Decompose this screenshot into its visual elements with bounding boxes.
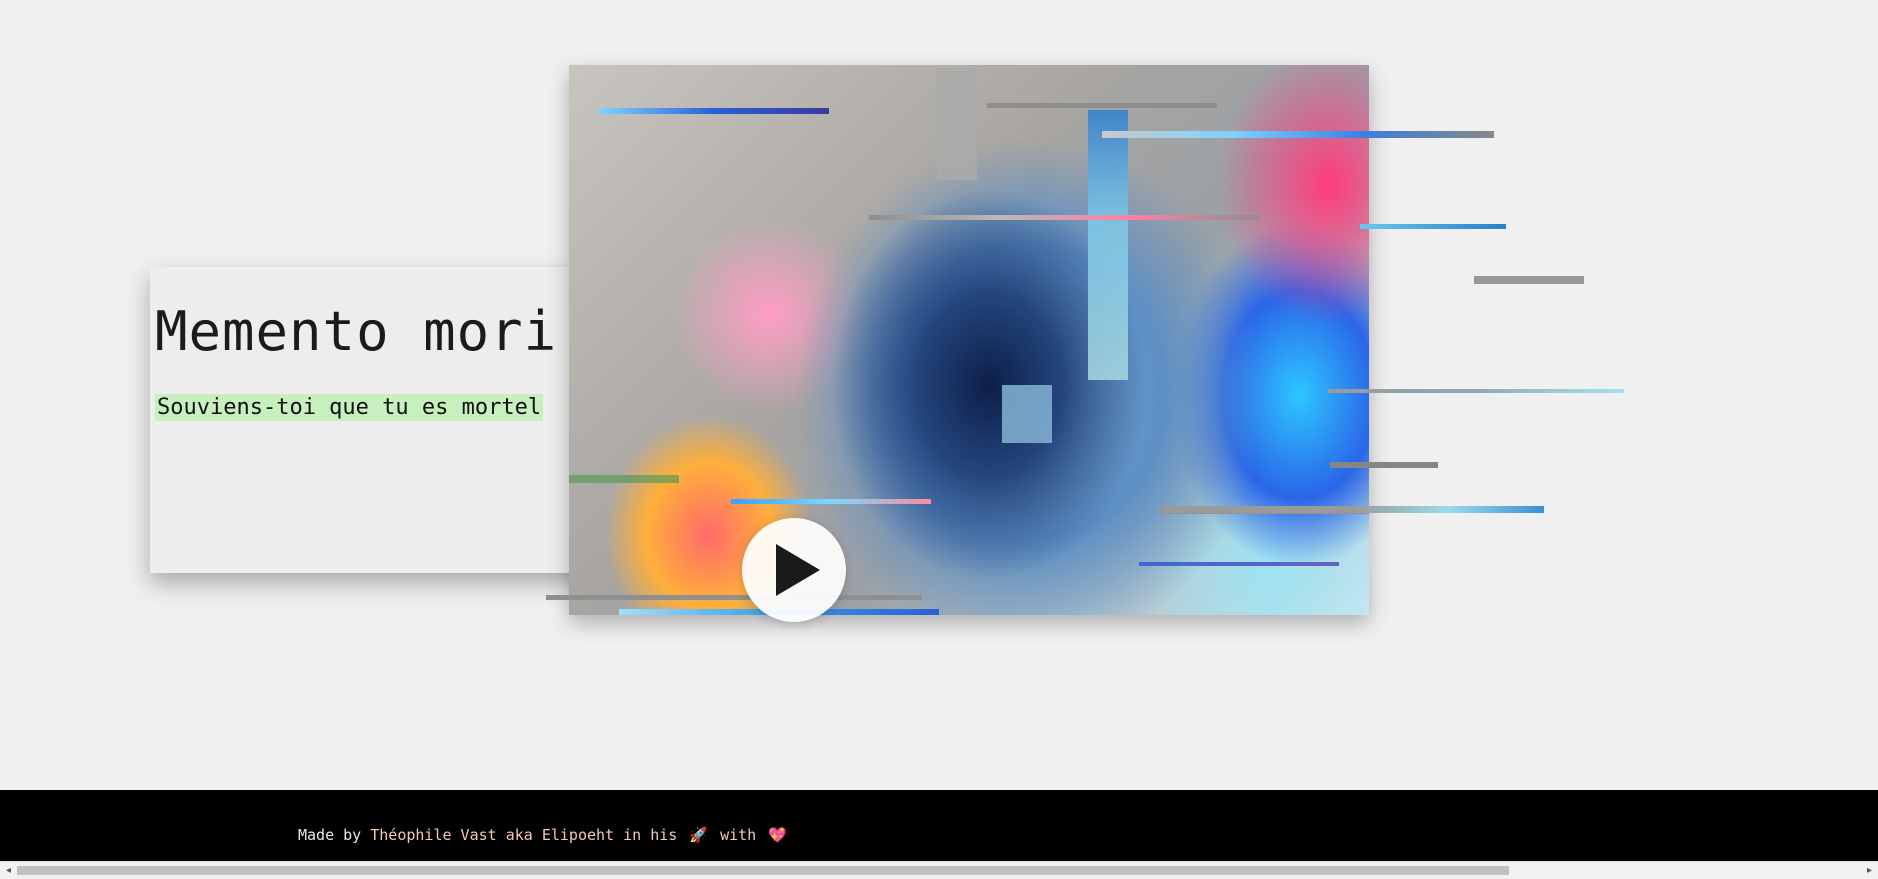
glitch-streak — [1088, 110, 1128, 380]
footer-in-his: in his — [623, 826, 678, 844]
page-title: Memento mori — [155, 300, 558, 363]
main-stage: Memento mori Souviens-toi que tu es mort… — [0, 0, 1878, 790]
footer-with: with — [720, 826, 757, 844]
glitch-streak — [599, 108, 829, 114]
glitch-streak — [987, 103, 1217, 108]
glitch-streak — [1002, 385, 1052, 443]
lion-artwork — [569, 65, 1369, 615]
glitch-streak — [937, 68, 977, 180]
author-link[interactable]: Théophile Vast aka Elipoeht — [370, 826, 614, 844]
glitch-streak — [1474, 276, 1584, 284]
glitch-streak — [869, 215, 1259, 220]
horizontal-scrollbar[interactable]: ◂ ▸ — [0, 861, 1878, 879]
glitch-streak — [1139, 562, 1339, 566]
glitch-streak — [569, 475, 679, 483]
glitch-streak — [1328, 389, 1624, 393]
heart-icon: 💖 — [768, 826, 787, 844]
glitch-streak — [1360, 224, 1506, 229]
glitch-streak — [546, 595, 922, 600]
glitch-streak — [731, 499, 931, 504]
page-subtitle: Souviens-toi que tu es mortel — [155, 394, 544, 421]
footer-made-by: Made by — [298, 826, 362, 844]
scrollbar-thumb[interactable] — [17, 866, 1509, 875]
glitch-streak — [1330, 462, 1438, 468]
scroll-left-arrow-icon[interactable]: ◂ — [0, 862, 17, 879]
footer — [0, 790, 1878, 861]
footer-credit: Made by Théophile Vast aka Elipoeht in h… — [298, 826, 790, 844]
scroll-right-arrow-icon[interactable]: ▸ — [1861, 862, 1878, 879]
play-button[interactable] — [742, 518, 846, 622]
rocket-icon: 🚀 — [689, 826, 709, 844]
glitch-streak — [1162, 506, 1544, 513]
play-icon — [776, 544, 820, 596]
glitch-streak — [1102, 131, 1494, 138]
